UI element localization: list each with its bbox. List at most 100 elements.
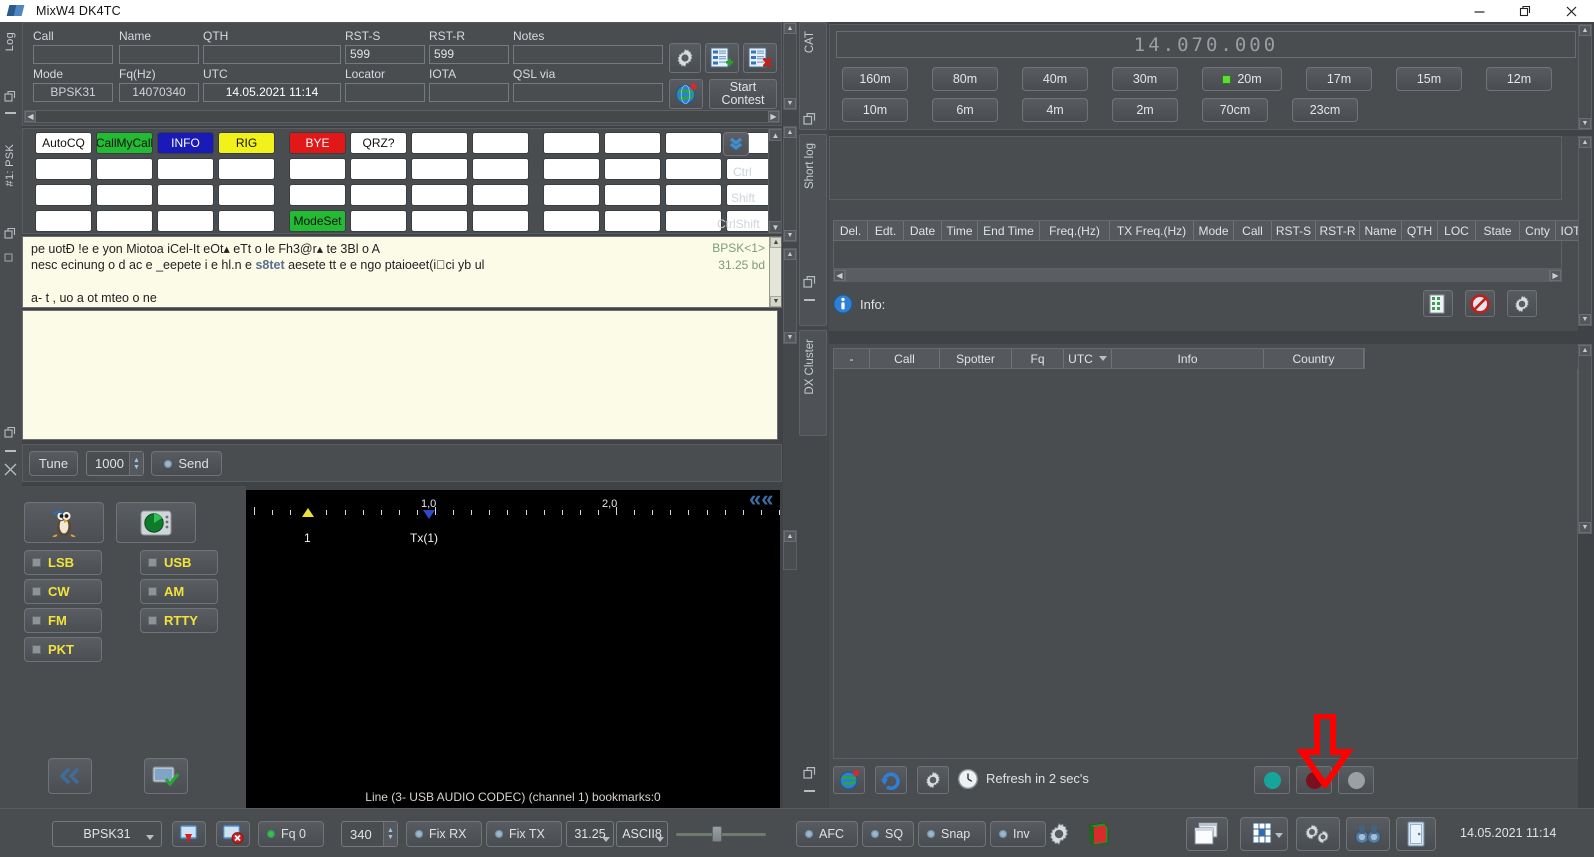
rst-r-input[interactable]: 599	[429, 45, 509, 64]
dx-cluster-scrollbar[interactable]: ▲ ▼	[1578, 344, 1592, 534]
scroll-up-icon-1[interactable]: ▲	[784, 23, 796, 34]
exit-button[interactable]	[1396, 817, 1436, 851]
shortlog-minimize-icon[interactable]	[804, 299, 815, 301]
short-log-column-end-time[interactable]: End Time	[978, 221, 1040, 240]
left-strip-close-icon[interactable]	[3, 462, 18, 480]
start-contest-button[interactable]: Start Contest	[709, 79, 777, 109]
gears-button[interactable]	[1296, 817, 1340, 851]
scroll-up-icon-2[interactable]: ▲	[784, 127, 796, 138]
scroll-down-icon-2[interactable]: ▼	[784, 230, 796, 241]
scroll-down-icon-3[interactable]: ▼	[784, 332, 796, 343]
chevron-down-icon-layout[interactable]	[1275, 833, 1283, 838]
notes-input[interactable]	[513, 45, 663, 64]
short-log-table-body[interactable]	[833, 241, 1562, 269]
fq-input[interactable]: 14070340	[119, 83, 199, 102]
cat-scroll-up-icon[interactable]: ▲	[1579, 25, 1591, 36]
macro-button-empty[interactable]	[411, 184, 468, 206]
chevron-down-icon-charset[interactable]	[656, 837, 664, 842]
macro-button-empty[interactable]	[350, 158, 407, 180]
right-strip-scrollbar-1[interactable]: ▲ ▼	[783, 22, 797, 110]
shortlog-grid-button[interactable]	[1423, 290, 1453, 317]
macro-button-callmycall[interactable]: CallMyCall	[96, 132, 153, 154]
dx-cluster-table-header[interactable]: - Call Spotter Fq UTC Info Country	[833, 348, 1365, 369]
short-log-column-loc[interactable]: LOC	[1438, 221, 1476, 240]
mode-button-pkt[interactable]: PKT	[24, 637, 102, 662]
macro-button-empty[interactable]	[157, 210, 214, 232]
macro-button-empty[interactable]	[35, 210, 92, 232]
macro-button-empty[interactable]	[350, 184, 407, 206]
dxc-minimize-icon[interactable]	[804, 790, 815, 792]
scroll-track[interactable]	[36, 111, 768, 122]
macro-button-empty[interactable]	[96, 184, 153, 206]
frequency-display[interactable]: 14.070.000	[836, 31, 1576, 58]
fix-rx-button[interactable]: Fix RX	[406, 821, 482, 847]
macro-button-qrz-[interactable]: QRZ?	[350, 132, 407, 154]
left-strip-restore-icon-4[interactable]	[4, 426, 17, 442]
macro-button-empty[interactable]	[96, 158, 153, 180]
band-button-80m[interactable]: 80m	[932, 67, 998, 91]
short-log-table-header[interactable]: Del. Edt. Date Time End Time Freq.(Hz) TX Freq…	[833, 220, 1587, 241]
panel-tab-dx-cluster[interactable]: DX Cluster	[799, 330, 827, 436]
sl-scroll-track[interactable]	[845, 270, 1550, 281]
statusbar-settings-button[interactable]	[1046, 821, 1074, 849]
transmit-text-pane[interactable]	[22, 310, 778, 440]
mode-checkbox-icon[interactable]	[148, 616, 157, 625]
chevron-down-icon[interactable]	[146, 835, 154, 840]
restore-icon[interactable]	[1502, 0, 1548, 22]
bandwidth-stepper-arrows[interactable]: ▲ ▼	[383, 822, 397, 846]
waterfall-display[interactable]: 1,0 2,0 1 Tx(1) «« Line (3- USB AUDIO CO…	[246, 490, 780, 808]
short-log-column-freq-hz-[interactable]: Freq.(Hz)	[1040, 221, 1110, 240]
macro-expand-button[interactable]	[723, 132, 749, 156]
macro-scroll-down-icon[interactable]: ▼	[769, 221, 781, 233]
squelch-slider-knob[interactable]	[712, 826, 722, 842]
fq-button[interactable]: Fq 0	[258, 821, 324, 847]
chevron-down-icon[interactable]	[1098, 356, 1107, 361]
mode-input[interactable]: BPSK31	[33, 83, 113, 102]
panel-tab-short-log[interactable]: Short log	[799, 134, 827, 326]
band-button-23cm[interactable]: 23cm	[1292, 98, 1358, 122]
band-button-12m[interactable]: 12m	[1486, 67, 1552, 91]
macro-button-empty[interactable]	[472, 158, 529, 180]
mode-checkbox-icon[interactable]	[32, 587, 41, 596]
band-button-17m[interactable]: 17m	[1306, 67, 1372, 91]
charset-selector[interactable]: ASCII8	[616, 821, 668, 847]
shortlog-restore-icon[interactable]	[803, 275, 817, 294]
locator-input[interactable]	[345, 83, 425, 102]
left-strip-restore-icon[interactable]	[4, 90, 17, 106]
mode-checkbox-icon[interactable]	[148, 558, 157, 567]
macro-button-empty[interactable]	[289, 158, 346, 180]
mode-button-usb[interactable]: USB	[140, 550, 218, 575]
scroll-left-icon[interactable]: ◀	[25, 111, 36, 122]
left-strip-minimize-icon-2[interactable]	[5, 450, 16, 452]
mode-button-rtty[interactable]: RTTY	[140, 608, 218, 633]
dxc-status-connected-button[interactable]	[1254, 766, 1290, 794]
short-log-column-rst-s[interactable]: RST-S	[1272, 221, 1316, 240]
tx-frequency-marker[interactable]	[423, 510, 435, 519]
macro-button-empty[interactable]	[218, 158, 275, 180]
left-strip-restore-icon-2[interactable]	[4, 227, 17, 243]
send-button[interactable]: Send	[151, 451, 222, 476]
dx-cluster-column--[interactable]: -	[834, 349, 870, 368]
dx-cluster-column-spotter[interactable]: Spotter	[940, 349, 1012, 368]
band-button-2m[interactable]: 2m	[1112, 98, 1178, 122]
short-log-column-tx-freq-hz-[interactable]: TX Freq.(Hz)	[1110, 221, 1194, 240]
layout-button[interactable]	[1240, 817, 1288, 851]
receive-text-pane[interactable]: pe uotÐ !e e yon Miotoa iCel-It eOt▴ eTt…	[22, 236, 782, 308]
macro-button-empty[interactable]	[604, 184, 661, 206]
dxc-settings-button[interactable]	[917, 766, 949, 794]
settings-button[interactable]	[669, 43, 701, 73]
macro-button-empty[interactable]	[157, 158, 214, 180]
macro-button-empty[interactable]	[604, 158, 661, 180]
spectrum-ruler[interactable]: 1,0 2,0	[246, 490, 780, 516]
dx-cluster-column-call[interactable]: Call	[870, 349, 940, 368]
macro-button-empty[interactable]	[35, 158, 92, 180]
short-log-column-name[interactable]: Name	[1360, 221, 1402, 240]
mode-checkbox-icon[interactable]	[148, 587, 157, 596]
macro-button-empty[interactable]	[472, 210, 529, 232]
short-log-column-date[interactable]: Date	[904, 221, 942, 240]
short-log-column-rst-r[interactable]: RST-R	[1316, 221, 1360, 240]
mode-checkbox-icon[interactable]	[32, 558, 41, 567]
entry-horizontal-scrollbar[interactable]: ◀ ▶	[24, 110, 780, 123]
macro-button-autocq[interactable]: AutoCQ	[35, 132, 92, 154]
bandwidth-stepper[interactable]: 340 ▲ ▼	[341, 821, 398, 847]
